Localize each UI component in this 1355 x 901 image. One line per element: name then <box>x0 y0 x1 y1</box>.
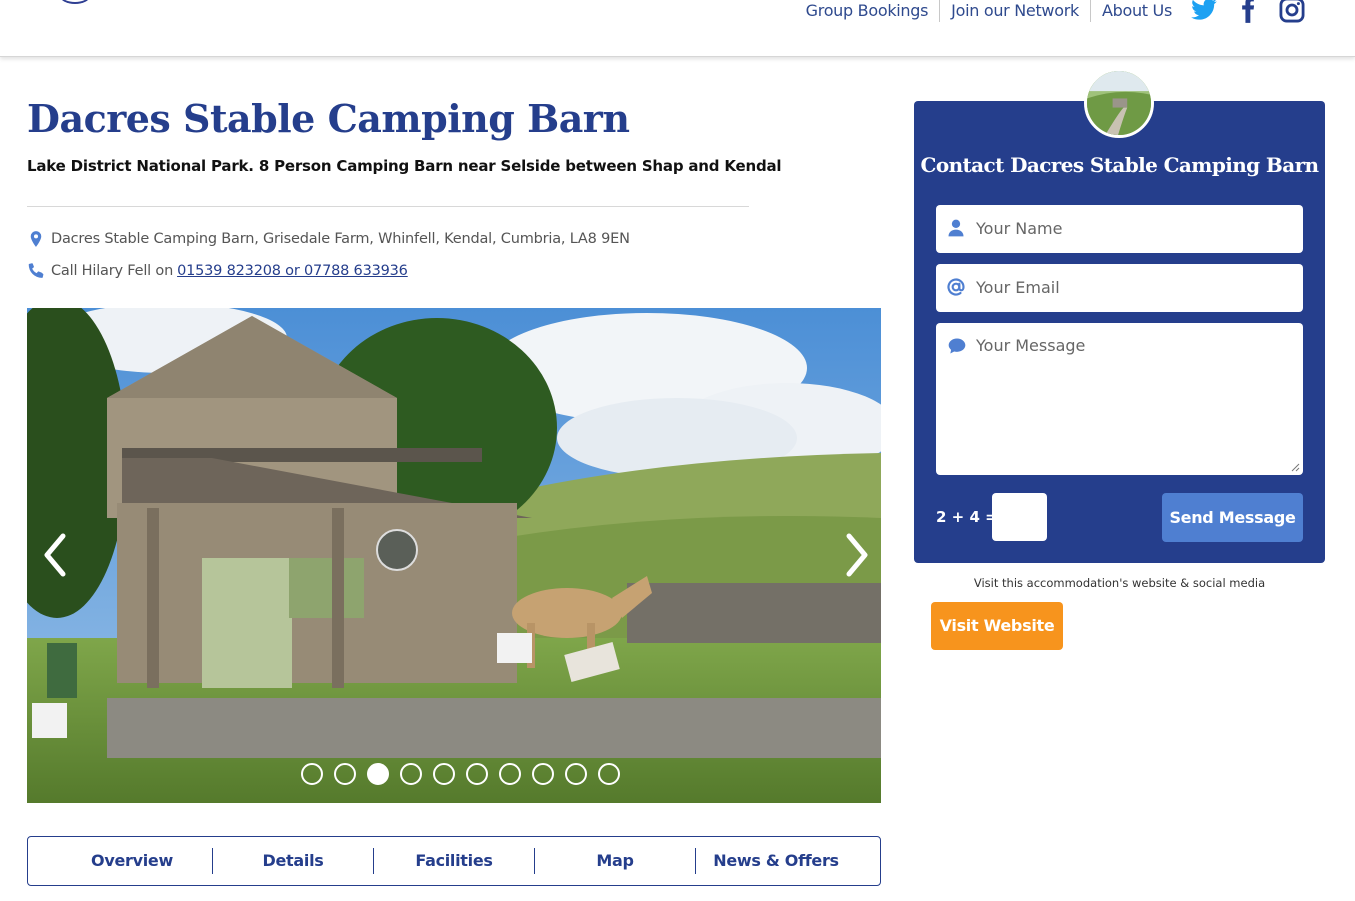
visit-website-button[interactable]: Visit Website <box>931 602 1063 650</box>
carousel-dot[interactable] <box>366 763 389 785</box>
name-input[interactable] <box>976 205 1293 251</box>
site-logo[interactable] <box>60 0 90 4</box>
carousel-dot[interactable] <box>465 763 488 785</box>
nav-join-network[interactable]: Join our Network <box>939 0 1090 22</box>
speech-bubble-icon <box>946 336 966 356</box>
tab-facilities[interactable]: Facilities <box>373 848 534 874</box>
at-icon <box>946 277 966 297</box>
captcha-label: 2 + 4 = <box>936 508 998 526</box>
carousel-dot[interactable] <box>333 763 356 785</box>
phone-link[interactable]: 01539 823208 or 07788 633936 <box>177 263 408 279</box>
nav-group-bookings[interactable]: Group Bookings <box>795 0 940 22</box>
tab-overview[interactable]: Overview <box>52 848 212 874</box>
carousel-prev-button[interactable] <box>37 530 77 580</box>
avatar <box>1084 68 1154 138</box>
phone-prefix: Call Hilary Fell on <box>51 263 174 279</box>
user-icon <box>946 218 966 238</box>
email-input[interactable] <box>976 264 1293 310</box>
address-text: Dacres Stable Camping Barn, Grisedale Fa… <box>51 231 630 247</box>
tab-news-offers[interactable]: News & Offers <box>695 848 856 874</box>
nav-about-us[interactable]: About Us <box>1089 0 1183 22</box>
carousel-dot[interactable] <box>399 763 422 785</box>
address-line: Dacres Stable Camping Barn, Grisedale Fa… <box>27 230 630 248</box>
tab-details[interactable]: Details <box>212 848 373 874</box>
send-message-button[interactable]: Send Message <box>1162 493 1303 542</box>
site-header: Group Bookings Join our Network About Us <box>0 0 1355 57</box>
chevron-right-icon <box>846 533 868 577</box>
facebook-icon[interactable] <box>1234 0 1262 24</box>
top-nav: Group Bookings Join our Network About Us <box>795 0 1183 22</box>
twitter-icon[interactable] <box>1190 0 1218 24</box>
captcha-input[interactable] <box>992 493 1047 541</box>
name-field[interactable] <box>936 205 1303 253</box>
visit-note: Visit this accommodation's website & soc… <box>973 576 1266 590</box>
carousel-next-button[interactable] <box>835 530 875 580</box>
phone-line: Call Hilary Fell on 01539 823208 or 0778… <box>27 262 408 280</box>
page-title: Dacres Stable Camping Barn <box>27 96 630 141</box>
photo-carousel[interactable] <box>27 308 881 803</box>
carousel-dot[interactable] <box>597 763 620 785</box>
carousel-dot[interactable] <box>498 763 521 785</box>
carousel-photo <box>27 308 881 803</box>
listing-tabs: Overview Details Facilities Map News & O… <box>27 836 881 886</box>
map-pin-icon <box>27 230 45 248</box>
phone-icon <box>27 262 45 280</box>
carousel-dot[interactable] <box>531 763 554 785</box>
carousel-dot[interactable] <box>300 763 323 785</box>
page-subtitle: Lake District National Park. 8 Person Ca… <box>27 157 782 175</box>
social-links <box>1190 0 1306 24</box>
tab-map[interactable]: Map <box>534 848 695 874</box>
contact-title: Contact Dacres Stable Camping Barn <box>920 153 1320 177</box>
contact-form-panel: Contact Dacres Stable Camping Barn 2 + 4… <box>914 101 1325 563</box>
email-field[interactable] <box>936 264 1303 312</box>
carousel-dot[interactable] <box>432 763 455 785</box>
divider <box>27 206 749 207</box>
message-input[interactable] <box>976 323 1293 471</box>
carousel-dot[interactable] <box>564 763 587 785</box>
resize-handle[interactable] <box>1290 462 1300 472</box>
message-field[interactable] <box>936 323 1303 475</box>
instagram-icon[interactable] <box>1278 0 1306 24</box>
chevron-left-icon <box>44 533 66 577</box>
carousel-indicators <box>27 763 881 785</box>
